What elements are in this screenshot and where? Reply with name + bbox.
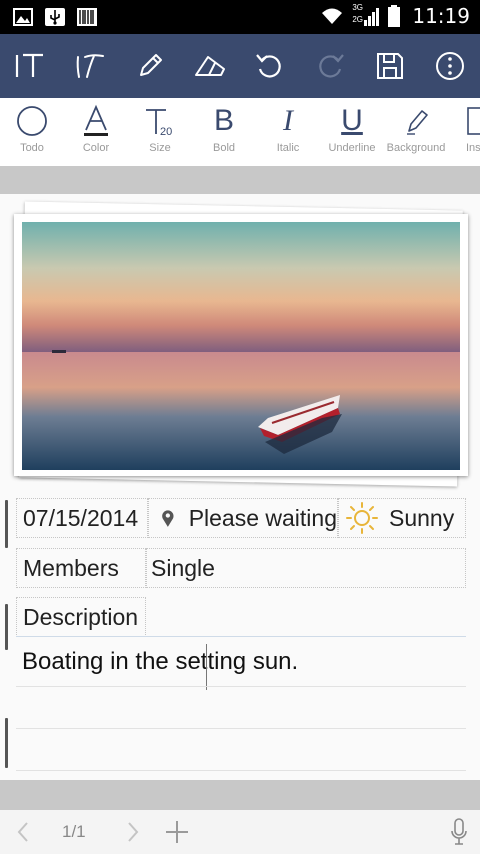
more-options-button[interactable] [420,34,480,98]
todo-button[interactable]: Todo [0,98,64,166]
ruled-line [16,728,466,729]
bold-label: Bold [212,142,236,154]
underline-u-icon: U [341,104,363,137]
sun-icon [346,502,378,534]
ruled-line [16,686,466,687]
margin-marker [5,604,8,650]
description-label-cell: Description [16,597,146,637]
italic-button[interactable]: I Italic [256,98,320,166]
sunset-boat-photo[interactable] [22,222,460,470]
page-indicator: 1/1 [62,822,86,841]
signal-indicator: 3G 2G [352,3,380,28]
clock: 11:19 [412,4,470,28]
bold-b-icon: B [213,104,234,137]
bottom-gray-divider [0,780,480,810]
save-icon [377,53,403,79]
background-label: Background [386,142,446,154]
color-label: Color [82,142,110,154]
location-field[interactable]: Please waiting [148,498,338,538]
circle-icon [17,106,47,136]
italic-i-icon: I [283,104,293,137]
insert-icon [467,107,480,135]
members-row: Members Single [16,548,466,588]
text-mode-icon [15,53,43,77]
gallery-notification-icon [13,8,33,26]
next-page-icon [128,822,139,842]
signal-icon [364,8,380,26]
wifi-icon [322,8,343,24]
bold-button[interactable]: B Bold [192,98,256,166]
insert-label: Ins [466,142,480,154]
members-label: Members [23,554,119,581]
microphone-icon [451,818,467,845]
eraser-icon [195,56,225,76]
margin-marker [5,718,8,768]
pencil-icon [140,54,162,76]
save-button[interactable] [360,34,420,98]
background-button[interactable]: Background [384,98,448,166]
page-navigation-bar: 1/1 [0,810,480,854]
size-button[interactable]: 20 Size [128,98,192,166]
location-pin-icon [162,510,174,527]
members-field[interactable]: Single [146,548,466,588]
prev-page-button[interactable] [6,810,40,854]
redo-icon [319,54,344,78]
photo-image [22,222,460,470]
prev-page-icon [17,822,28,842]
color-a-icon [84,104,108,136]
add-page-button[interactable] [160,810,194,854]
text-cursor [206,644,207,690]
underline-label: Underline [328,142,376,154]
note-info-row: 07/15/2014 Please waiting Sunny [16,498,466,538]
add-page-icon [166,821,188,843]
undo-icon [256,54,281,78]
redo-button[interactable] [300,34,360,98]
size-value: 20 [160,126,173,138]
date-value: 07/15/2014 [23,504,139,531]
date-field[interactable]: 07/15/2014 [16,498,148,538]
todo-label: Todo [20,142,44,154]
usb-icon [45,8,65,26]
description-label: Description [23,603,139,630]
highlighter-icon [407,110,428,135]
next-page-button[interactable] [116,810,150,854]
location-value: Please waiting [188,504,337,531]
description-text[interactable]: Boating in the setting sun. [22,648,298,676]
description-row: Description [16,597,466,637]
ruled-line [16,636,466,637]
network-type-top: 3G [352,3,364,12]
editor-toolbar [0,34,480,98]
pencil-button[interactable] [120,34,180,98]
network-type-bottom: 2G [352,15,364,24]
format-bar: Todo Color 20 Size B Bold I Italic U Und… [0,98,480,167]
insert-button[interactable]: Ins [448,98,480,166]
members-label-cell: Members [16,548,146,588]
handwriting-button[interactable] [60,34,120,98]
members-value: Single [151,554,215,581]
color-button[interactable]: Color [64,98,128,166]
top-gray-divider [0,166,480,194]
eraser-button[interactable] [180,34,240,98]
margin-marker [5,500,8,548]
handwriting-icon [76,54,104,78]
microphone-button[interactable] [444,810,474,854]
italic-label: Italic [276,142,300,154]
underline-button[interactable]: U Underline [320,98,384,166]
weather-value: Sunny [389,504,455,531]
undo-button[interactable] [240,34,300,98]
text-mode-button[interactable] [0,34,60,98]
status-bar: 3G 2G 11:19 [0,0,480,34]
battery-icon [388,5,401,27]
ruled-line [16,770,466,771]
weather-field[interactable]: Sunny [338,498,466,538]
more-options-icon [436,52,464,80]
barcode-icon [77,8,97,26]
